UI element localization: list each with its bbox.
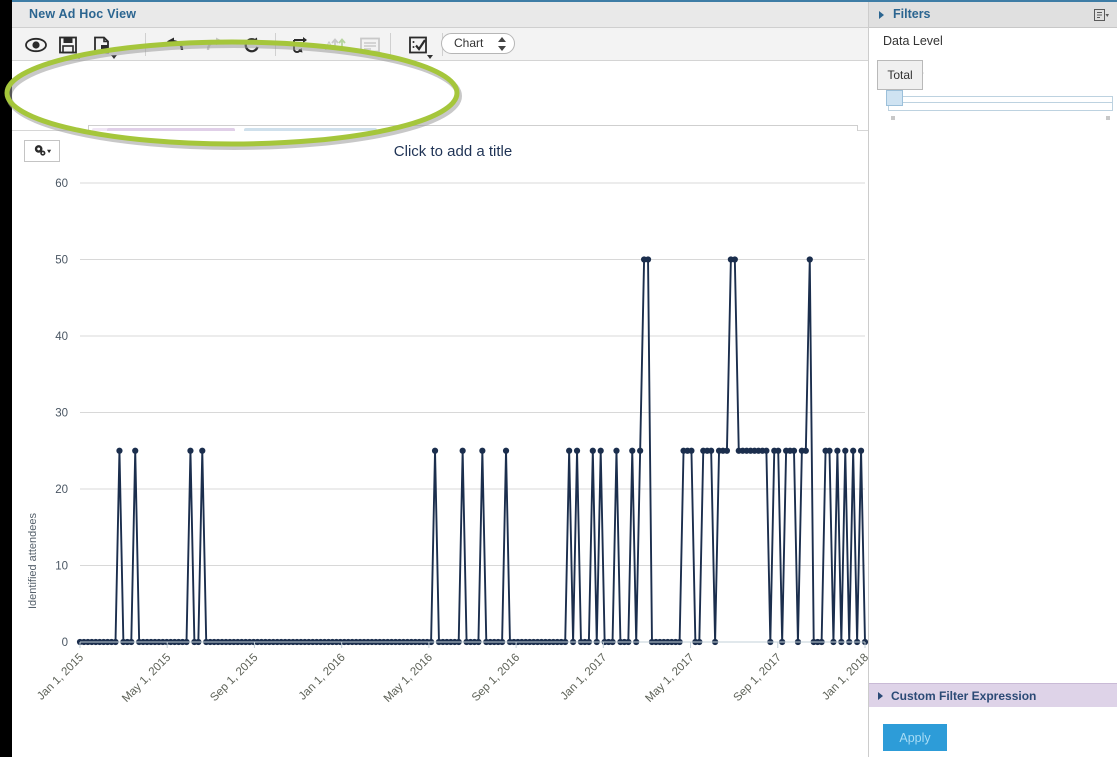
y-axis-tick-label: 50 bbox=[55, 255, 68, 267]
view-type-value: Chart bbox=[454, 36, 484, 50]
x-axis-tick-label: May 1, 2017 bbox=[643, 652, 696, 705]
data-point bbox=[806, 256, 813, 263]
data-point bbox=[763, 447, 770, 454]
slider-tooltip: Total bbox=[877, 60, 923, 90]
data-point bbox=[629, 447, 636, 454]
data-point bbox=[708, 447, 715, 454]
filters-panel: Filters Data Level mns Total Custom Filt… bbox=[868, 2, 1117, 757]
data-point bbox=[637, 447, 644, 454]
select-spinner-icon bbox=[498, 37, 506, 51]
redo-icon[interactable] bbox=[202, 34, 226, 56]
custom-filter-expression-bar[interactable]: Custom Filter Expression bbox=[869, 683, 1117, 707]
data-point bbox=[850, 447, 857, 454]
toolbar-separator bbox=[275, 33, 276, 56]
y-axis-tick-label: 30 bbox=[55, 408, 68, 420]
apply-button[interactable]: Apply bbox=[883, 724, 947, 751]
y-axis-title: Identified attendees bbox=[27, 512, 39, 609]
y-axis-tick-label: 40 bbox=[55, 331, 68, 343]
data-point bbox=[842, 447, 849, 454]
revert-icon[interactable] bbox=[240, 34, 264, 56]
field-shelves: Columns Rows # Identified attendees × Gr… bbox=[12, 61, 868, 184]
x-axis-tick-label: Jan 1, 2017 bbox=[558, 652, 609, 703]
filters-title: Filters bbox=[893, 7, 931, 21]
filters-panel-header[interactable]: Filters bbox=[869, 2, 1117, 28]
slider-tick bbox=[1106, 116, 1110, 120]
svg-text:A: A bbox=[325, 39, 333, 53]
data-point bbox=[731, 256, 738, 263]
y-axis-tick-label: 60 bbox=[55, 178, 68, 190]
view-type-select[interactable]: Chart bbox=[441, 33, 515, 54]
data-point bbox=[116, 447, 123, 454]
y-axis-tick-label: 0 bbox=[62, 637, 68, 649]
rows-icon[interactable] bbox=[358, 34, 382, 56]
x-axis-tick-label: Jan 1, 2015 bbox=[35, 652, 86, 703]
collapse-triangle-icon[interactable] bbox=[879, 11, 884, 19]
data-point bbox=[431, 447, 439, 454]
expand-triangle-icon[interactable] bbox=[878, 692, 883, 700]
x-axis-tick-label: Sep 1, 2017 bbox=[732, 652, 784, 704]
data-point bbox=[826, 447, 833, 454]
data-point bbox=[790, 447, 798, 454]
undo-icon[interactable] bbox=[164, 34, 188, 56]
data-level-label: Data Level bbox=[883, 34, 943, 48]
chart-panel: Click to add a title 0 10 20 30 40 50 60 Ident… bbox=[12, 131, 868, 757]
data-point bbox=[199, 447, 206, 454]
data-point bbox=[723, 447, 731, 454]
toolbar: A bbox=[12, 28, 868, 61]
data-point bbox=[187, 447, 194, 454]
x-axis-tick-label: May 1, 2015 bbox=[120, 652, 173, 705]
data-point bbox=[132, 447, 139, 454]
y-axis-tick-label: 20 bbox=[55, 484, 68, 496]
data-point bbox=[597, 447, 604, 454]
eye-icon[interactable] bbox=[24, 34, 48, 56]
data-point bbox=[834, 447, 841, 454]
data-level-slider[interactable]: mns Total bbox=[877, 60, 1113, 120]
panel-menu-icon[interactable] bbox=[1094, 9, 1110, 22]
data-point bbox=[479, 447, 486, 454]
x-axis-tick-label: Jan 1, 2016 bbox=[297, 652, 348, 703]
slider-handle[interactable] bbox=[886, 90, 903, 106]
slider-tick bbox=[891, 116, 895, 120]
data-point bbox=[459, 447, 466, 454]
data-point bbox=[688, 447, 695, 454]
chart-plot: 0 10 20 30 40 50 60 Identified attendees Jan 1… bbox=[27, 178, 868, 705]
data-point bbox=[644, 256, 652, 263]
page-title: New Ad Hoc View bbox=[29, 7, 137, 21]
data-point bbox=[502, 447, 510, 454]
data-point bbox=[775, 447, 782, 454]
x-axis-tick-label: May 1, 2016 bbox=[382, 652, 435, 705]
window-titlebar: New Ad Hoc View bbox=[12, 2, 868, 28]
x-axis-tick-label: Sep 1, 2016 bbox=[470, 652, 522, 704]
data-point bbox=[802, 447, 809, 454]
sort-icon[interactable]: A bbox=[324, 34, 348, 56]
data-point bbox=[573, 447, 581, 454]
data-point bbox=[613, 447, 620, 454]
data-point bbox=[857, 447, 865, 454]
x-axis-tick-label: Sep 1, 2015 bbox=[208, 652, 260, 704]
custom-filter-expression-label: Custom Filter Expression bbox=[891, 689, 1037, 703]
toolbar-separator bbox=[390, 33, 391, 56]
toolbar-separator bbox=[145, 33, 146, 56]
data-point bbox=[589, 447, 596, 454]
slider-track-lower[interactable] bbox=[888, 102, 1113, 111]
data-point bbox=[566, 447, 573, 454]
left-gutter bbox=[0, 0, 12, 757]
y-axis-tick-label: 10 bbox=[55, 561, 68, 573]
switch-group-icon[interactable] bbox=[288, 34, 312, 56]
x-axis-tick-label: Jan 1, 2018 bbox=[820, 652, 868, 703]
